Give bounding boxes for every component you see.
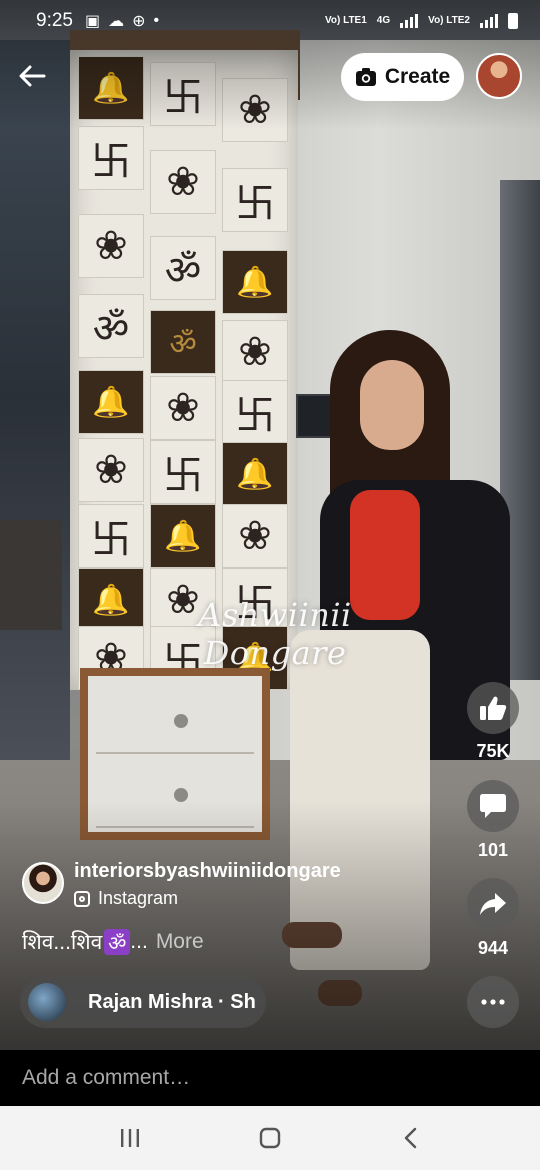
instagram-icon xyxy=(74,890,90,907)
om-emoji: ॐ xyxy=(104,929,131,955)
comment-count: 101 xyxy=(477,840,509,860)
more-options-button[interactable] xyxy=(467,976,519,1028)
audio-thumbnail xyxy=(28,983,66,1021)
see-more-link[interactable]: More xyxy=(156,930,204,954)
comment-input[interactable] xyxy=(22,1066,502,1090)
presenter-face xyxy=(360,360,424,450)
lotus-motif: ❀ xyxy=(150,150,216,214)
dot-icon: • xyxy=(153,12,160,29)
drawer xyxy=(96,686,254,754)
swastik-motif: 卐 xyxy=(222,168,288,232)
globe-icon: ⊕ xyxy=(132,13,146,30)
share-button[interactable] xyxy=(467,878,519,930)
back-button[interactable] xyxy=(14,58,50,94)
cloud-icon: ☁ xyxy=(108,13,125,30)
status-bar: 9:25 ▣ ☁ ⊕ • Vo) LTE1 4G Vo) LTE2 xyxy=(0,0,540,42)
swastik-motif: 卐 xyxy=(78,126,144,190)
post-source: Instagram xyxy=(74,888,178,909)
status-notifications: ▣ ☁ ⊕ • xyxy=(85,11,159,31)
scene-kitchen-glass xyxy=(0,40,70,760)
mandir-panel: 🔔 卐 ❀ 卐 ❀ 卐 ❀ ॐ 🔔 ॐ ॐ ❀ 🔔 ❀ 卐 ❀ 卐 🔔 卐 🔔 … xyxy=(70,50,298,690)
scene-cabinet xyxy=(0,520,62,630)
speech-bubble-icon xyxy=(480,794,506,818)
home-icon xyxy=(259,1127,281,1149)
sim2-label: Vo) LTE2 xyxy=(428,15,470,26)
like-count: 75K xyxy=(476,741,510,761)
author-avatar[interactable] xyxy=(22,862,64,904)
swastik-motif: 卐 xyxy=(222,380,288,444)
arrow-left-icon xyxy=(19,65,46,87)
nav-back-button[interactable] xyxy=(380,1113,440,1163)
comment-bar xyxy=(0,1050,540,1106)
camera-icon xyxy=(355,68,376,86)
status-time: 9:25 xyxy=(36,10,73,31)
comment-button[interactable] xyxy=(467,780,519,832)
back-icon xyxy=(404,1127,417,1149)
bell-motif: 🔔 xyxy=(222,250,288,314)
like-button[interactable] xyxy=(467,682,519,734)
thumbs-up-icon xyxy=(480,696,507,720)
lotus-motif: ❀ xyxy=(78,438,144,502)
audio-track-label: Rajan Mishra · Sh xyxy=(88,990,256,1013)
lotus-motif: ❀ xyxy=(222,504,288,568)
bell-motif: 🔔 xyxy=(150,504,216,568)
bell-motif: 🔔 xyxy=(78,370,144,434)
conch-motif: ॐ xyxy=(150,236,216,300)
create-button[interactable]: Create xyxy=(341,53,464,101)
share-count: 944 xyxy=(477,938,509,958)
drawer-knob xyxy=(174,714,188,728)
caption-ellipsis: ... xyxy=(130,930,148,953)
status-system: Vo) LTE1 4G Vo) LTE2 xyxy=(325,13,518,29)
conch-motif: ॐ xyxy=(150,310,216,374)
post-caption[interactable]: शिव...शिव ॐ ... More xyxy=(22,928,204,956)
swastik-motif: 卐 xyxy=(78,504,144,568)
sim1-label: Vo) LTE1 xyxy=(324,15,367,26)
battery-icon xyxy=(508,13,518,29)
signal-icon xyxy=(400,14,419,28)
profile-avatar[interactable] xyxy=(476,53,522,99)
signal-icon xyxy=(480,14,498,28)
data-type-label: 4G xyxy=(376,15,391,26)
recents-button[interactable] xyxy=(100,1113,160,1163)
recents-icon xyxy=(121,1129,139,1147)
gallery-icon: ▣ xyxy=(84,13,101,30)
swastik-motif: 卐 xyxy=(150,440,216,504)
more-horizontal-icon xyxy=(481,999,505,1005)
audio-track-button[interactable]: Rajan Mishra · Sh xyxy=(20,976,266,1028)
home-button[interactable] xyxy=(240,1113,300,1163)
share-arrow-icon xyxy=(480,893,506,915)
author-name[interactable]: interiorsbyashwiiniidongare xyxy=(74,860,341,883)
bell-motif: 🔔 xyxy=(222,442,288,506)
lotus-motif: ❀ xyxy=(222,320,288,384)
source-label: Instagram xyxy=(98,888,179,908)
conch-motif: ॐ xyxy=(78,294,144,358)
system-nav-bar xyxy=(0,1106,540,1170)
video-watermark: Ashwiinii Dongare xyxy=(198,596,352,672)
lotus-motif: ❀ xyxy=(150,376,216,440)
create-label: Create xyxy=(384,65,451,88)
lotus-motif: ❀ xyxy=(78,214,144,278)
caption-text: शिव...शिव xyxy=(22,931,103,954)
